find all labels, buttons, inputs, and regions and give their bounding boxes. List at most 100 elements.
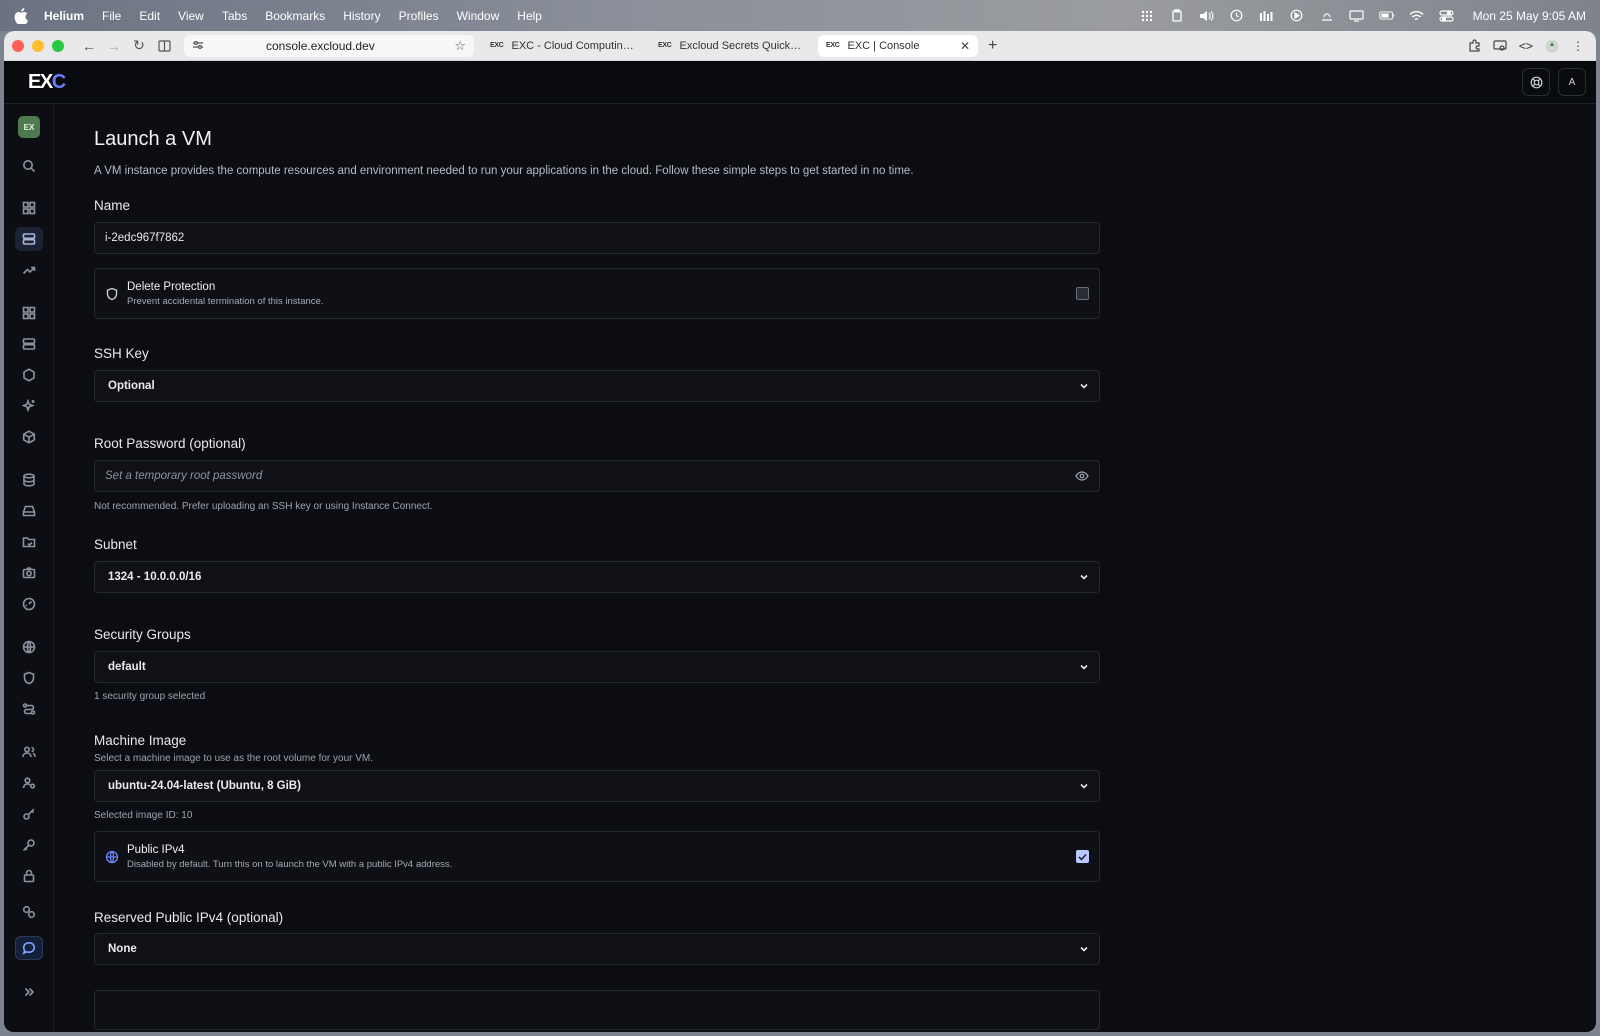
reload-icon[interactable]: ↻ bbox=[128, 35, 150, 57]
eye-show-password-icon[interactable] bbox=[1075, 471, 1089, 481]
control-center-icon[interactable] bbox=[1439, 9, 1455, 23]
menu-tabs[interactable]: Tabs bbox=[222, 9, 247, 23]
play-status-icon[interactable] bbox=[1289, 9, 1305, 23]
wifi-icon[interactable] bbox=[1409, 9, 1425, 23]
volume-icon[interactable] bbox=[1199, 9, 1215, 23]
expand-sidebar-chevrons-icon[interactable] bbox=[15, 980, 43, 1004]
storage-drive-icon[interactable] bbox=[15, 499, 43, 523]
link-integrations-icon[interactable] bbox=[15, 900, 43, 924]
site-settings-icon[interactable] bbox=[192, 39, 204, 53]
dashboard-grid-icon[interactable] bbox=[15, 196, 43, 220]
more-vertical-icon[interactable]: ⋮ bbox=[1570, 38, 1586, 54]
ssh-key-select[interactable]: Optional bbox=[94, 370, 1100, 402]
display-status-icon[interactable] bbox=[1349, 9, 1365, 23]
menu-clock[interactable]: Mon 25 May 9:05 AM bbox=[1473, 9, 1586, 23]
address-bar[interactable]: console.excloud.dev ☆ bbox=[184, 34, 474, 57]
search-icon[interactable] bbox=[15, 154, 43, 178]
security-groups-select[interactable]: default bbox=[94, 651, 1100, 683]
zoom-window-button[interactable] bbox=[52, 39, 64, 52]
route-icon[interactable] bbox=[15, 697, 43, 721]
page-subtitle: A VM instance provides the compute resou… bbox=[94, 165, 914, 177]
menu-view[interactable]: View bbox=[178, 9, 204, 23]
camera-snapshot-icon[interactable] bbox=[15, 561, 43, 585]
menu-window[interactable]: Window bbox=[457, 9, 500, 23]
extensions-icon[interactable] bbox=[1466, 38, 1482, 54]
public-ipv4-card[interactable]: Public IPv4 Disabled by default. Turn th… bbox=[94, 831, 1100, 882]
chat-message-icon[interactable] bbox=[15, 936, 43, 960]
chevron-down-icon bbox=[1080, 946, 1088, 952]
gauge-icon[interactable] bbox=[15, 592, 43, 616]
time-machine-icon[interactable] bbox=[1229, 9, 1245, 23]
devtools-code-icon[interactable]: <> bbox=[1518, 38, 1534, 54]
tab-console[interactable]: EXC EXC | Console ✕ bbox=[818, 34, 978, 57]
window-controls bbox=[12, 39, 64, 52]
delete-protection-checkbox[interactable] bbox=[1076, 287, 1089, 300]
hexagon-icon[interactable] bbox=[15, 363, 43, 387]
root-password-input[interactable]: Set a temporary root password bbox=[94, 460, 1100, 492]
tab-secrets-quickstart[interactable]: EXC Excloud Secrets Quickstart bbox=[650, 35, 810, 57]
name-input-value: i-2edc967f7862 bbox=[105, 232, 185, 244]
globe-network-icon[interactable] bbox=[15, 635, 43, 659]
name-label: Name bbox=[94, 198, 131, 213]
database-icon[interactable] bbox=[15, 468, 43, 492]
root-password-hint: Not recommended. Prefer uploading an SSH… bbox=[94, 501, 433, 512]
support-button[interactable] bbox=[1522, 68, 1550, 96]
browser-tab-bar: ← → ↻ console.excloud.dev ☆ EXC EXC - Cl… bbox=[4, 31, 1596, 61]
subnet-select[interactable]: 1324 - 10.0.0.0/16 bbox=[94, 561, 1100, 593]
users-group-icon[interactable] bbox=[15, 740, 43, 764]
menu-help[interactable]: Help bbox=[517, 9, 542, 23]
forward-arrow-icon[interactable]: → bbox=[103, 35, 125, 57]
menu-edit[interactable]: Edit bbox=[139, 9, 160, 23]
public-ipv4-title: Public IPv4 bbox=[127, 843, 185, 856]
grid-status-icon[interactable] bbox=[1139, 9, 1155, 23]
menu-profiles[interactable]: Profiles bbox=[399, 9, 439, 23]
sidebar: EX bbox=[4, 104, 54, 1032]
menu-file[interactable]: File bbox=[102, 9, 121, 23]
app-header: EXC A bbox=[4, 61, 1596, 104]
minimize-window-button[interactable] bbox=[32, 39, 44, 52]
cast-icon[interactable] bbox=[1492, 38, 1508, 54]
exc-logo[interactable]: EXC bbox=[28, 71, 66, 94]
machine-image-select[interactable]: ubuntu-24.04-latest (Ubuntu, 8 GiB) bbox=[94, 770, 1100, 802]
machine-image-hint: Selected image ID: 10 bbox=[94, 810, 193, 821]
weather-status-icon[interactable] bbox=[1319, 9, 1335, 23]
menu-history[interactable]: History bbox=[343, 9, 380, 23]
profile-avatar-icon[interactable] bbox=[1544, 38, 1560, 54]
tab-cloud-computing[interactable]: EXC EXC - Cloud Computing Serv bbox=[482, 35, 642, 57]
key-round-icon[interactable] bbox=[15, 833, 43, 857]
sparkles-icon[interactable] bbox=[15, 394, 43, 418]
split-view-icon[interactable] bbox=[153, 35, 175, 57]
user-avatar-button[interactable]: A bbox=[1558, 68, 1586, 96]
new-tab-plus-icon[interactable]: + bbox=[988, 37, 997, 55]
user-settings-icon[interactable] bbox=[15, 771, 43, 795]
reserved-ipv4-select[interactable]: None bbox=[94, 933, 1100, 965]
key-icon[interactable] bbox=[15, 802, 43, 826]
folder-sync-icon[interactable] bbox=[15, 530, 43, 554]
bookmark-star-icon[interactable]: ☆ bbox=[454, 38, 466, 54]
lock-icon[interactable] bbox=[15, 864, 43, 888]
tab-favicon: EXC bbox=[658, 42, 672, 49]
menu-app-helium[interactable]: Helium bbox=[44, 9, 84, 23]
apple-icon[interactable] bbox=[14, 7, 28, 24]
servers-icon[interactable] bbox=[15, 332, 43, 356]
shield-icon bbox=[106, 287, 118, 300]
workspace-badge[interactable]: EX bbox=[18, 116, 40, 138]
activity-status-icon[interactable] bbox=[1259, 9, 1275, 23]
trending-up-icon[interactable] bbox=[15, 258, 43, 282]
chevron-down-icon bbox=[1080, 783, 1088, 789]
public-ipv4-checkbox[interactable] bbox=[1076, 850, 1089, 863]
close-window-button[interactable] bbox=[12, 39, 24, 52]
package-box-icon[interactable] bbox=[15, 425, 43, 449]
back-arrow-icon[interactable]: ← bbox=[78, 35, 100, 57]
checkmark-icon bbox=[1078, 853, 1087, 861]
battery-icon[interactable] bbox=[1378, 9, 1395, 23]
page-title: Launch a VM bbox=[94, 128, 212, 150]
apps-grid-icon[interactable] bbox=[15, 301, 43, 325]
clipboard-status-icon[interactable] bbox=[1169, 9, 1185, 23]
shield-icon[interactable] bbox=[15, 666, 43, 690]
delete-protection-card[interactable]: Delete Protection Prevent accidental ter… bbox=[94, 268, 1100, 319]
menu-bookmarks[interactable]: Bookmarks bbox=[265, 9, 325, 23]
close-tab-icon[interactable]: ✕ bbox=[960, 39, 970, 53]
instances-server-icon[interactable] bbox=[15, 227, 43, 251]
name-input[interactable]: i-2edc967f7862 bbox=[94, 222, 1100, 254]
